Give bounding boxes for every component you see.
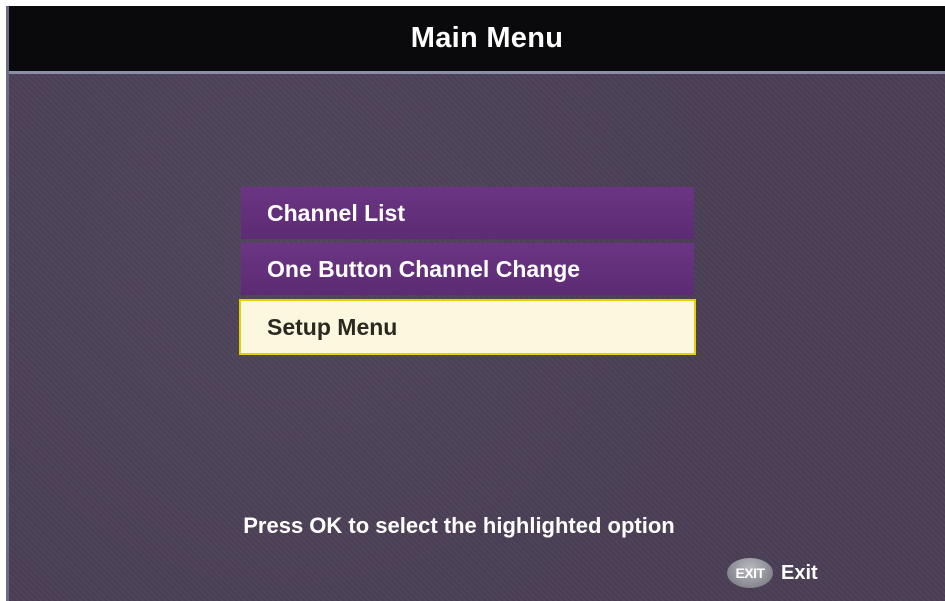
tv-screen: Main Menu Channel List One Button Channe… bbox=[6, 6, 945, 601]
menu-item-setup-menu[interactable]: Setup Menu bbox=[239, 299, 696, 355]
exit-button[interactable]: EXIT Exit bbox=[727, 558, 818, 588]
instruction-text: Press OK to select the highlighted optio… bbox=[243, 513, 675, 538]
exit-label: Exit bbox=[781, 561, 818, 584]
page-title: Main Menu bbox=[410, 22, 564, 54]
menu-item-label: Channel List bbox=[267, 199, 406, 226]
exit-key-icon: EXIT bbox=[727, 558, 773, 588]
menu-item-label: One Button Channel Change bbox=[267, 255, 581, 282]
menu-item-channel-list[interactable]: Channel List bbox=[241, 187, 694, 239]
exit-key-text: EXIT bbox=[735, 565, 765, 581]
title-bar: Main Menu bbox=[9, 6, 945, 74]
menu-item-one-button-channel-change[interactable]: One Button Channel Change bbox=[241, 243, 694, 295]
menu-item-label: Setup Menu bbox=[267, 313, 398, 340]
main-menu-list: Channel List One Button Channel Change S… bbox=[239, 187, 696, 359]
